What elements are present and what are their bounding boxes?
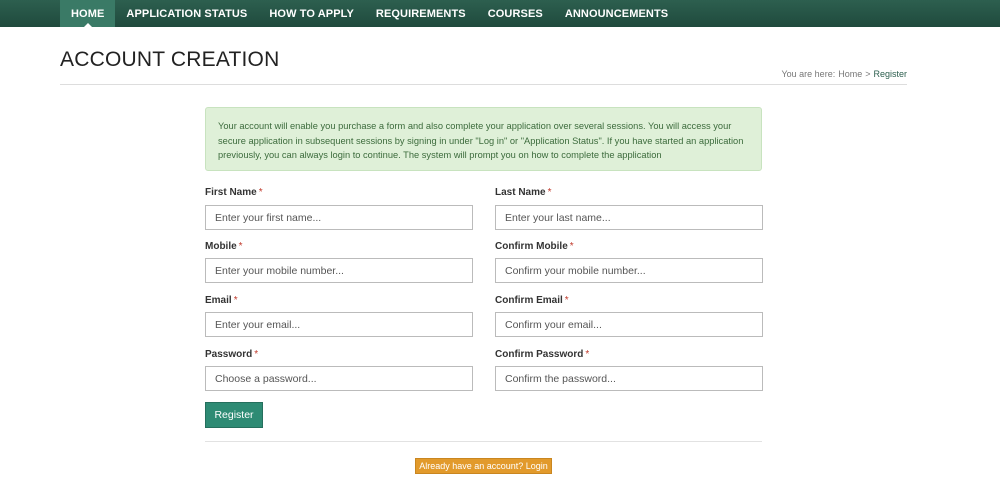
confirm-mobile-label: Confirm Mobile * — [495, 241, 574, 252]
confirm-email-label-text: Confirm Email — [495, 295, 563, 306]
required-mark: * — [238, 241, 243, 252]
breadcrumb-separator: > — [865, 69, 871, 79]
nav-item-requirements[interactable]: REQUIREMENTS — [365, 0, 477, 27]
confirm-email-input[interactable] — [495, 312, 763, 337]
last-name-input[interactable] — [495, 205, 763, 230]
breadcrumb-home-link[interactable]: Home — [838, 69, 862, 79]
required-mark: * — [564, 295, 569, 306]
mobile-label: Mobile * — [205, 241, 243, 252]
nav-item-home[interactable]: HOME — [60, 0, 116, 27]
password-input[interactable] — [205, 366, 473, 391]
password-label-text: Password — [205, 349, 253, 360]
nav-item-application-status[interactable]: APPLICATION STATUS — [115, 0, 258, 27]
title-divider — [60, 84, 907, 85]
first-name-label-text: First Name — [205, 187, 257, 198]
mobile-label-text: Mobile — [205, 241, 237, 252]
nav-item-announcements[interactable]: ANNOUNCEMENTS — [554, 0, 679, 27]
email-input[interactable] — [205, 312, 473, 337]
first-name-label: First Name * — [205, 187, 263, 198]
password-label: Password * — [205, 349, 258, 360]
nav-item-courses[interactable]: COURSES — [477, 0, 554, 27]
required-mark: * — [233, 295, 238, 306]
breadcrumb-current: Register — [873, 69, 907, 79]
top-navigation-bar: HOME APPLICATION STATUS HOW TO APPLY REQ… — [0, 0, 1000, 27]
confirm-password-input[interactable] — [495, 366, 763, 391]
first-name-input[interactable] — [205, 205, 473, 230]
login-link-button[interactable]: Already have an account? Login — [415, 458, 552, 474]
email-label-text: Email — [205, 295, 232, 306]
required-mark: * — [585, 349, 590, 360]
required-mark: * — [569, 241, 574, 252]
confirm-mobile-input[interactable] — [495, 258, 763, 283]
confirm-mobile-label-text: Confirm Mobile — [495, 241, 568, 252]
breadcrumb-prefix: You are here: — [781, 69, 836, 79]
breadcrumb: You are here: Home > Register — [781, 69, 907, 79]
confirm-password-label-text: Confirm Password — [495, 349, 584, 360]
required-mark: * — [547, 187, 552, 198]
nav-menu: HOME APPLICATION STATUS HOW TO APPLY REQ… — [60, 0, 679, 27]
register-button[interactable]: Register — [205, 402, 263, 428]
last-name-label: Last Name * — [495, 187, 551, 198]
nav-item-how-to-apply[interactable]: HOW TO APPLY — [258, 0, 365, 27]
required-mark: * — [254, 349, 259, 360]
page-title: ACCOUNT CREATION — [60, 48, 280, 71]
mobile-input[interactable] — [205, 258, 473, 283]
info-notice: Your account will enable you purchase a … — [205, 107, 762, 171]
email-label: Email * — [205, 295, 238, 306]
form-divider — [205, 441, 762, 442]
confirm-password-label: Confirm Password * — [495, 349, 589, 360]
confirm-email-label: Confirm Email * — [495, 295, 569, 306]
required-mark: * — [258, 187, 263, 198]
last-name-label-text: Last Name — [495, 187, 546, 198]
